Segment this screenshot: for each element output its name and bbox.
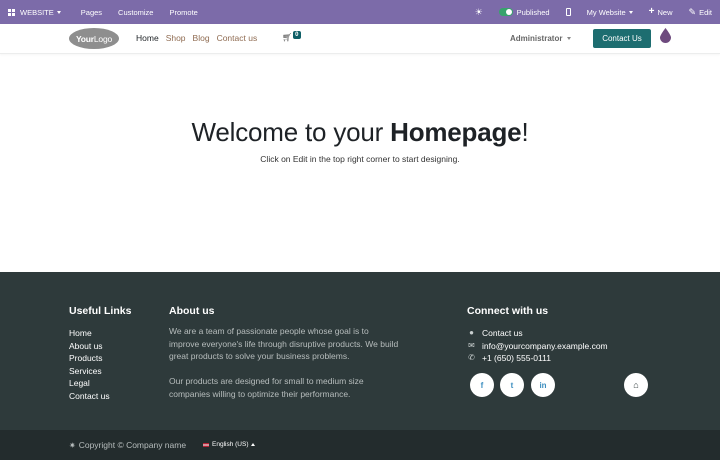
phone-icon xyxy=(565,8,571,16)
title-end: ! xyxy=(521,117,529,147)
user-name: Administrator xyxy=(510,34,563,43)
nav-link-contact[interactable]: Contact us xyxy=(217,33,258,43)
footer-link-contact[interactable]: Contact us xyxy=(69,390,110,403)
apps-grid-icon xyxy=(8,8,15,16)
home-icon[interactable]: ⌂ xyxy=(624,373,648,397)
email-item[interactable]: ✉ info@yourcompany.example.com xyxy=(467,340,608,353)
menu-promote[interactable]: Promote xyxy=(161,0,205,24)
title-bold: Homepage xyxy=(390,117,522,147)
logo-text-bold: Your xyxy=(75,33,94,44)
useful-links-list: Home About us Products Services Legal Co… xyxy=(69,327,110,402)
language-label: English (US) xyxy=(212,441,249,448)
main-menu: Home Shop Blog Contact us xyxy=(136,33,257,43)
theme-drop-icon[interactable] xyxy=(660,28,671,43)
linkedin-icon[interactable]: in xyxy=(531,373,555,397)
copyright-text: Copyright © Company name xyxy=(78,440,187,450)
apps-menu-button[interactable]: WEBSITE xyxy=(0,0,69,24)
contact-item[interactable]: ● Contact us xyxy=(467,327,608,340)
admin-top-bar: WEBSITE Pages Customize Promote ☀ Publis… xyxy=(0,0,720,24)
user-menu[interactable]: Administrator xyxy=(510,34,572,43)
nav-link-blog[interactable]: Blog xyxy=(193,33,210,43)
chevron-down-icon xyxy=(567,37,572,40)
cart-icon: 🛒︎ xyxy=(282,33,293,42)
email-text: info@yourcompany.example.com xyxy=(482,340,608,351)
copyright: ✷ Copyright © Company name xyxy=(69,440,186,450)
cart-count-badge: 0 xyxy=(293,31,301,39)
us-flag-icon xyxy=(203,442,209,447)
twitter-icon[interactable]: t xyxy=(500,373,524,397)
phone-icon: ✆ xyxy=(468,353,475,362)
new-button[interactable]: + New xyxy=(641,0,681,24)
chevron-up-icon xyxy=(251,443,256,446)
contact-us-button[interactable]: Contact Us xyxy=(593,29,651,48)
menu-pages[interactable]: Pages xyxy=(73,0,110,24)
title-plain: Welcome to your xyxy=(191,117,391,147)
about-title: About us xyxy=(169,305,215,317)
contact-label: Contact us xyxy=(482,328,523,338)
footer-link-home[interactable]: Home xyxy=(69,327,110,340)
pencil-icon: ✎ xyxy=(688,6,697,17)
envelope-icon: ✉ xyxy=(468,340,475,350)
about-text: We are a team of passionate people whose… xyxy=(169,325,399,400)
menu-pages-label: Pages xyxy=(80,7,103,17)
nav-link-home[interactable]: Home xyxy=(136,33,159,43)
about-paragraph-1: We are a team of passionate people whose… xyxy=(169,326,399,362)
footer-link-legal[interactable]: Legal xyxy=(69,377,110,390)
publish-toggle[interactable]: Published xyxy=(491,0,558,24)
about-paragraph-2: Our products are designed for small to m… xyxy=(169,376,364,399)
phone-item[interactable]: ✆ +1 (650) 555-0111 xyxy=(467,352,608,365)
bug-icon: ☀ xyxy=(474,6,483,17)
logo-text: Logo xyxy=(93,33,113,44)
contact-list: ● Contact us ✉ info@yourcompany.example.co… xyxy=(467,327,608,365)
cart-button[interactable]: 🛒︎ 0 xyxy=(282,31,301,42)
toggle-switch-icon xyxy=(498,8,513,16)
page-subtitle: Click on Edit in the top right corner to… xyxy=(260,154,460,164)
site-footer: Useful Links Home About us Products Serv… xyxy=(0,272,720,430)
bug-icon: ✷ xyxy=(69,440,76,450)
chevron-down-icon xyxy=(628,10,633,14)
connect-title: Connect with us xyxy=(467,305,549,317)
website-switcher[interactable]: My Website xyxy=(579,0,641,24)
publish-label: Published xyxy=(516,7,550,17)
footer-link-services[interactable]: Services xyxy=(69,365,110,378)
chevron-down-icon xyxy=(56,10,61,14)
menu-customize-label: Customize xyxy=(118,7,154,17)
useful-links-title: Useful Links xyxy=(69,305,132,317)
site-navbar: Your Logo Home Shop Blog Contact us 🛒︎ 0 … xyxy=(0,24,720,54)
menu-promote-label: Promote xyxy=(169,7,198,17)
comment-icon: ● xyxy=(469,328,474,337)
language-selector[interactable]: English (US) xyxy=(203,441,256,448)
nav-link-shop[interactable]: Shop xyxy=(166,33,186,43)
debug-button[interactable]: ☀ xyxy=(467,0,491,24)
new-label: New xyxy=(657,7,673,17)
footer-link-about[interactable]: About us xyxy=(69,340,110,353)
menu-customize[interactable]: Customize xyxy=(110,0,161,24)
facebook-icon[interactable]: f xyxy=(470,373,494,397)
plus-icon: + xyxy=(648,6,655,17)
site-logo[interactable]: Your Logo xyxy=(69,28,119,49)
footer-link-products[interactable]: Products xyxy=(69,352,110,365)
copyright-bar: ✷ Copyright © Company name English (US) xyxy=(0,430,720,460)
app-menu-label: WEBSITE xyxy=(20,7,54,17)
edit-label: Edit xyxy=(699,7,712,17)
mobile-preview-button[interactable] xyxy=(558,0,579,24)
edit-button[interactable]: ✎ Edit xyxy=(681,0,720,24)
page-title: Welcome to your Homepage! xyxy=(0,117,720,148)
phone-text: +1 (650) 555-0111 xyxy=(482,353,551,363)
website-switcher-label: My Website xyxy=(586,7,626,17)
